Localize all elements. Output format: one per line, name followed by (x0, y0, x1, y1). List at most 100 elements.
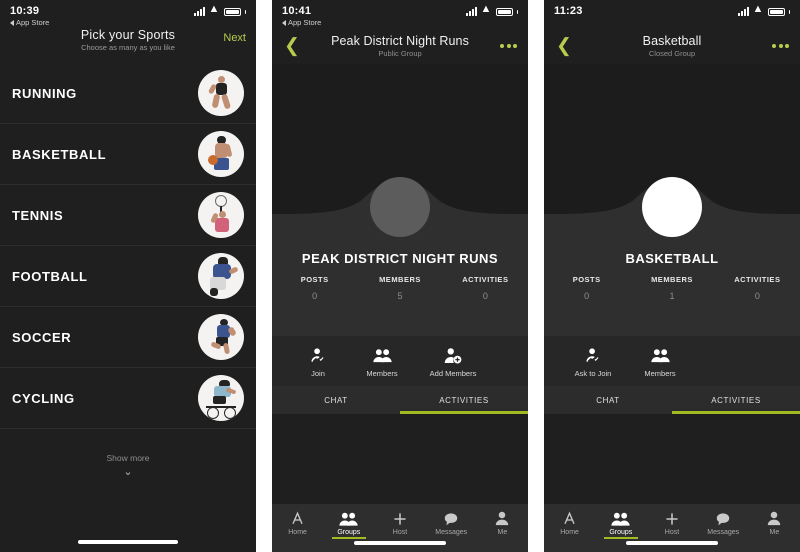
group-card-top: PEAK DISTRICT NIGHT RUNS POSTS 0 MEMBERS… (272, 177, 528, 336)
nav-me[interactable]: Me (477, 509, 528, 536)
join-button[interactable]: Join (286, 345, 350, 378)
list-item[interactable]: RUNNING (0, 63, 256, 124)
members-button[interactable]: Members (628, 345, 692, 378)
status-back-to-app-store[interactable]: App Store (10, 18, 49, 27)
list-item[interactable]: FOOTBALL (0, 246, 256, 307)
list-item[interactable]: CYCLING (0, 368, 256, 429)
nav-home[interactable]: Home (272, 509, 323, 536)
group-stats: POSTS 0 MEMBERS 5 ACTIVITIES 0 (272, 275, 528, 301)
nav-label: Host (392, 529, 408, 536)
panel-divider (256, 0, 272, 552)
stat-activities[interactable]: ACTIVITIES 0 (715, 275, 800, 301)
status-left: 11:23 (554, 0, 583, 17)
group-name: BASKETBALL (625, 251, 719, 266)
show-more-button[interactable]: Show more ⌄ (0, 429, 256, 478)
list-item[interactable]: BASKETBALL (0, 124, 256, 185)
group-body: PEAK DISTRICT NIGHT RUNS POSTS 0 MEMBERS… (272, 64, 528, 552)
nav-label: Messages (707, 529, 740, 536)
plus-icon (374, 509, 425, 528)
sport-label: CYCLING (12, 390, 75, 406)
sport-label: SOCCER (12, 329, 72, 345)
users-icon (350, 345, 414, 366)
status-bar: 10:39 App Store (0, 0, 256, 28)
chevron-left-icon[interactable]: ❮ (284, 37, 300, 56)
nav-label: Me (769, 529, 780, 536)
sport-label: RUNNING (12, 85, 77, 101)
nav-label: Home (560, 529, 579, 536)
battery-cap-icon (516, 9, 518, 14)
show-more-label: Show more (106, 453, 150, 463)
group-stats: POSTS 0 MEMBERS 1 ACTIVITIES 0 (544, 275, 800, 301)
chevron-left-icon[interactable]: ❮ (556, 37, 572, 56)
plus-icon (646, 509, 697, 528)
basketball-player-photo-icon (198, 131, 244, 177)
bottom-navigation: Home Groups Host Messages Me (544, 504, 800, 552)
stat-posts[interactable]: POSTS 0 (272, 275, 357, 301)
stat-label: POSTS (572, 275, 601, 284)
bottom-navigation: Home Groups Host Messages Me (272, 504, 528, 552)
group-title: Peak District Night Runs (331, 34, 469, 48)
nav-label: Groups (337, 529, 361, 536)
stat-activities[interactable]: ACTIVITIES 0 (443, 275, 528, 301)
nav-groups[interactable]: Groups (323, 509, 374, 539)
nav-me[interactable]: Me (749, 509, 800, 536)
group-header-titles: Basketball Closed Group (643, 34, 702, 58)
back-triangle-icon (282, 19, 286, 26)
runner-photo-icon (198, 70, 244, 116)
status-time: 10:41 (282, 5, 312, 17)
nav-host[interactable]: Host (374, 509, 425, 536)
stat-value: 0 (482, 291, 488, 301)
group-card-top: BASKETBALL POSTS 0 MEMBERS 1 ACTIVITIES (544, 177, 800, 336)
tennis-player-photo-icon (198, 192, 244, 238)
ask-to-join-button[interactable]: Ask to Join (558, 345, 628, 378)
nav-label: Messages (435, 529, 468, 536)
user-plus-icon (414, 345, 492, 366)
person-icon (749, 509, 800, 528)
nav-label: Me (497, 529, 508, 536)
nav-home[interactable]: Home (544, 509, 595, 536)
home-indicator (626, 541, 718, 545)
user-check-icon (286, 345, 350, 366)
stat-posts[interactable]: POSTS 0 (544, 275, 629, 301)
tab-chat[interactable]: CHAT (272, 386, 400, 414)
list-item[interactable]: SOCCER (0, 307, 256, 368)
nav-host[interactable]: Host (646, 509, 697, 536)
status-back-to-app-store[interactable]: App Store (282, 18, 321, 27)
more-options-icon[interactable] (772, 44, 789, 48)
nav-messages[interactable]: Messages (698, 509, 749, 536)
tab-activities[interactable]: ACTIVITIES (672, 386, 800, 414)
group-actions: Join Members Add Members (272, 336, 528, 386)
chat-bubble-icon (698, 509, 749, 528)
phone-closed-group: 11:23 ❮ Basketball Closed Group (544, 0, 800, 552)
tab-chat[interactable]: CHAT (544, 386, 672, 414)
nav-groups[interactable]: Groups (595, 509, 646, 539)
nav-messages[interactable]: Messages (426, 509, 477, 536)
wifi-icon (753, 4, 764, 16)
wifi-icon (209, 4, 220, 16)
group-header: ❮ Peak District Night Runs Public Group (272, 28, 528, 64)
status-time: 11:23 (554, 5, 583, 17)
add-members-button[interactable]: Add Members (414, 345, 492, 378)
football-player-photo-icon (198, 253, 244, 299)
members-button[interactable]: Members (350, 345, 414, 378)
home-a-icon (544, 509, 595, 528)
nav-active-underline (603, 537, 638, 539)
chevron-down-icon: ⌄ (123, 466, 133, 478)
groups-icon (323, 509, 374, 528)
more-options-icon[interactable] (500, 44, 517, 48)
stat-members[interactable]: MEMBERS 1 (629, 275, 714, 301)
group-tabs: CHAT ACTIVITIES (544, 386, 800, 414)
tab-activities[interactable]: ACTIVITIES (400, 386, 528, 414)
stat-members[interactable]: MEMBERS 5 (357, 275, 442, 301)
next-button[interactable]: Next (223, 32, 246, 44)
group-tabs: CHAT ACTIVITIES (272, 386, 528, 414)
screenshot-stage: 10:39 App Store Pick your Sports Choose … (0, 0, 800, 552)
nav-label: Groups (609, 529, 633, 536)
group-avatar[interactable] (642, 177, 702, 237)
group-avatar[interactable] (370, 177, 430, 237)
action-label: Add Members (429, 368, 477, 378)
list-item[interactable]: TENNIS (0, 185, 256, 246)
user-check-icon (558, 345, 628, 366)
person-icon (477, 509, 528, 528)
signal-bars-icon (737, 7, 749, 16)
